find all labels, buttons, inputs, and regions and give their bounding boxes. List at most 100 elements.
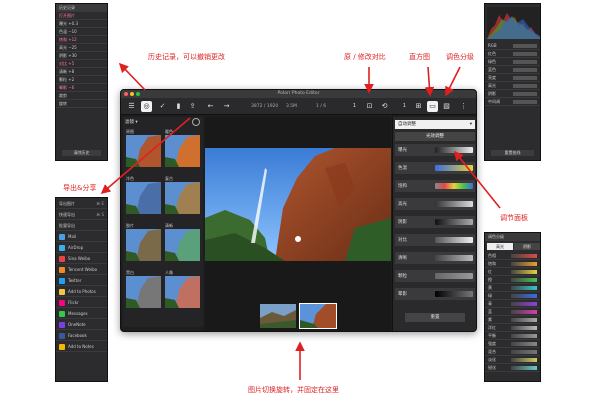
export-item[interactable]: Flickr	[56, 297, 107, 308]
histogram-row-slider[interactable]	[513, 100, 537, 104]
zoom-window-button[interactable]	[136, 92, 140, 96]
histogram-row-slider[interactable]	[513, 76, 537, 80]
grade-tab-highlights[interactable]: 高光	[487, 243, 513, 250]
history-item[interactable]: 阴影 +30	[56, 52, 107, 60]
history-item[interactable]: 晕影 −6	[56, 84, 107, 92]
grade-row[interactable]: 黄	[485, 284, 540, 292]
histogram-row[interactable]: 阴影	[485, 90, 540, 98]
grade-row[interactable]: 洋红	[485, 324, 540, 332]
adjust-row[interactable]: 色温	[395, 162, 475, 174]
photo-canvas[interactable]	[205, 117, 391, 331]
histogram-row-slider[interactable]	[513, 92, 537, 96]
adjust-row-slider[interactable]	[435, 183, 473, 189]
rotate-icon[interactable]: ⟲	[379, 101, 390, 112]
grade-tab-shadows[interactable]: 阴影	[514, 243, 540, 250]
export-item[interactable]: Twitter	[56, 275, 107, 286]
history-item[interactable]: 曝光 +0.3	[56, 20, 107, 28]
filter-thumbnail[interactable]	[126, 229, 161, 261]
grade-row-slider[interactable]	[511, 254, 537, 258]
grade-row[interactable]: 平衡	[485, 332, 540, 340]
filter-thumbnail[interactable]	[165, 135, 200, 167]
history-icon[interactable]: ✓	[157, 101, 168, 112]
history-item[interactable]: 旋转	[56, 100, 107, 108]
preset-dropdown[interactable]: 自动调整 ▾	[395, 120, 475, 129]
history-item[interactable]: 裁剪	[56, 92, 107, 100]
grade-row-slider[interactable]	[511, 334, 537, 338]
filter-thumbnail[interactable]	[165, 276, 200, 308]
adjust-row[interactable]: 高光	[395, 198, 475, 210]
export-item[interactable]: Add to Photos	[56, 286, 107, 297]
adjust-row[interactable]: 阴影	[395, 216, 475, 228]
grade-row[interactable]: 紫	[485, 316, 540, 324]
grade-row-slider[interactable]	[511, 270, 537, 274]
history-item[interactable]: 清晰 +8	[56, 68, 107, 76]
export-item[interactable]: 导出图片 ⌘ E	[56, 198, 107, 209]
more-icon[interactable]: ⋮	[458, 101, 469, 112]
adjust-tab[interactable]: 光效调整	[395, 132, 475, 141]
info-icon[interactable]: 1	[399, 101, 410, 112]
filters-settings-icon[interactable]	[192, 118, 200, 126]
export-item[interactable]: Add to Notes	[56, 341, 107, 352]
grade-row-slider[interactable]	[511, 326, 537, 330]
history-item[interactable]: 饱和 +12	[56, 36, 107, 44]
grade-row-slider[interactable]	[511, 286, 537, 290]
history-item[interactable]: 色温 −10	[56, 28, 107, 36]
histogram-row[interactable]: 绿色	[485, 58, 540, 66]
grade-row[interactable]: 强度	[485, 340, 540, 348]
grade-row-slider[interactable]	[511, 318, 537, 322]
adjust-row-slider[interactable]	[435, 201, 473, 207]
adjust-row-slider[interactable]	[435, 237, 473, 243]
adjust-row[interactable]: 颗粒	[395, 270, 475, 282]
histogram-row-slider[interactable]	[513, 60, 537, 64]
main-photo[interactable]	[205, 148, 391, 261]
histogram-icon[interactable]: ▮	[173, 101, 184, 112]
adjust-row[interactable]: 清晰	[395, 252, 475, 264]
grade-row[interactable]: 饱和	[485, 260, 540, 268]
export-item[interactable]: OneNote	[56, 319, 107, 330]
export-item[interactable]: 批量导出	[56, 220, 107, 231]
grade-row[interactable]: 橙	[485, 276, 540, 284]
adjust-icon[interactable]: ▭	[427, 101, 438, 112]
history-item[interactable]: 对比 +5	[56, 60, 107, 68]
export-item[interactable]: Mail	[56, 231, 107, 242]
adjust-row-slider[interactable]	[435, 147, 473, 153]
adjust-row-slider[interactable]	[435, 165, 473, 171]
adjust-row-slider[interactable]	[435, 291, 473, 297]
adjust-row-slider[interactable]	[435, 219, 473, 225]
adjust-row[interactable]: 饱和	[395, 180, 475, 192]
compare-icon[interactable]: ⊡	[364, 101, 375, 112]
crop-icon[interactable]: ⊞	[413, 101, 424, 112]
histogram-row[interactable]: 蓝色	[485, 66, 540, 74]
histogram-row[interactable]: RGB	[485, 42, 540, 50]
histogram-row-slider[interactable]	[513, 84, 537, 88]
filter-thumbnail[interactable]	[126, 135, 161, 167]
grade-row-slider[interactable]	[511, 358, 537, 362]
filter-thumbnail[interactable]	[126, 276, 161, 308]
grade-row[interactable]: 混合	[485, 348, 540, 356]
filter-thumbnail[interactable]	[126, 182, 161, 214]
grade-row[interactable]: 锐化	[485, 364, 540, 372]
grade-row-slider[interactable]	[511, 278, 537, 282]
minimize-window-button[interactable]	[130, 92, 134, 96]
grade-row-slider[interactable]	[511, 342, 537, 346]
history-item[interactable]: 高光 −25	[56, 44, 107, 52]
export-item[interactable]: AirDrop	[56, 242, 107, 253]
grade-row[interactable]: 绿	[485, 292, 540, 300]
adjust-row-slider[interactable]	[435, 273, 473, 279]
filmstrip-thumb[interactable]	[260, 304, 296, 328]
filters-header[interactable]: 滤镜 ▾	[125, 119, 138, 125]
grade-row-slider[interactable]	[511, 262, 537, 266]
close-window-button[interactable]	[124, 92, 128, 96]
history-item[interactable]: 打开图片	[56, 12, 107, 20]
history-item[interactable]: 颗粒 +2	[56, 76, 107, 84]
adjust-row[interactable]: 对比	[395, 234, 475, 246]
filmstrip-thumb-selected[interactable]	[299, 303, 337, 329]
export-item[interactable]: Facebook	[56, 330, 107, 341]
adjust-row-slider[interactable]	[435, 255, 473, 261]
histogram-row[interactable]: 亮度	[485, 74, 540, 82]
histogram-row-slider[interactable]	[513, 44, 537, 48]
grade-row-slider[interactable]	[511, 294, 537, 298]
filters-icon[interactable]: ◎	[141, 101, 152, 112]
grade-row-slider[interactable]	[511, 310, 537, 314]
grade-row[interactable]: 青	[485, 300, 540, 308]
